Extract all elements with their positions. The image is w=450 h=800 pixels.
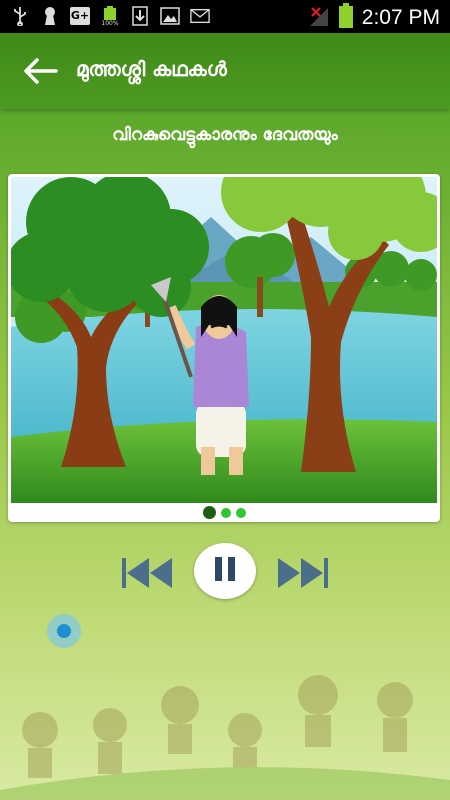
email-icon (190, 5, 210, 27)
no-signal-icon (308, 4, 330, 32)
google-plus-icon: G+ (70, 5, 90, 27)
page-dot[interactable] (235, 507, 246, 518)
status-bar: G+ 100% 2:07 PM (0, 0, 450, 33)
kids-decoration (0, 675, 450, 800)
battery-icon (338, 3, 354, 33)
image-icon (160, 5, 180, 27)
page-dot[interactable] (202, 506, 216, 519)
story-card[interactable] (8, 174, 440, 522)
keyhole-icon (40, 5, 60, 27)
app-title: മുത്തശ്ശി കഥകൾ (76, 57, 227, 81)
pause-icon (213, 555, 237, 587)
page-dot[interactable] (220, 507, 231, 518)
usb-icon (10, 5, 30, 27)
back-arrow-icon[interactable] (22, 57, 58, 85)
story-illustration[interactable] (11, 177, 437, 503)
app-bar: മുത്തശ്ശി കഥകൾ (0, 33, 450, 109)
download-icon (130, 5, 150, 27)
story-title: വിറകുവെട്ടുകാരനും ദേവതയും (112, 125, 338, 145)
battery-full-icon: 100% (100, 5, 120, 27)
previous-icon[interactable] (121, 555, 173, 591)
next-icon[interactable] (277, 555, 329, 591)
pause-button[interactable] (194, 543, 256, 599)
page-indicator (8, 506, 440, 519)
clock: 2:07 PM (361, 6, 440, 29)
